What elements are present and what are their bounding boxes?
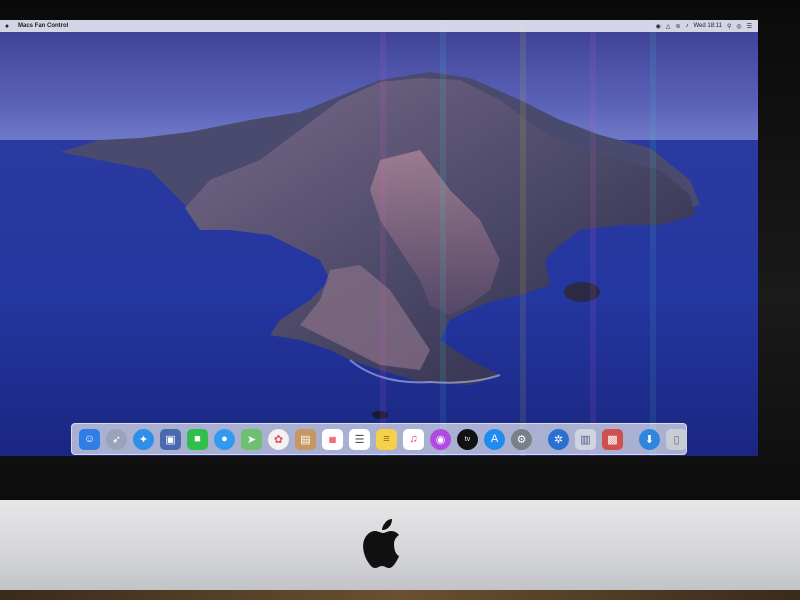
desk-surface: [0, 590, 800, 600]
trash-icon[interactable]: ▯: [666, 428, 687, 450]
apple-logo-icon: [363, 519, 399, 568]
volume-icon[interactable]: ♪: [685, 23, 688, 29]
notes-icon[interactable]: ≡: [376, 428, 397, 450]
search-icon[interactable]: ⚲: [727, 23, 731, 30]
wifi-icon[interactable]: ≋: [675, 23, 680, 30]
gear-icon[interactable]: ⚙: [511, 428, 532, 450]
dock: ☺ ➶ ✦ ▣ ■ ● ➤ ✿ ▤ ▦ ☰ ≡ ♫ ◉ tv A ⚙ ✲ ▥ ▩…: [71, 423, 687, 455]
podcast-icon[interactable]: ◉: [430, 428, 451, 450]
menu-bar: ● Macs Fan Control ◉ △ ≋ ♪ Wed 18:11 ⚲ ◎…: [0, 20, 758, 32]
fan-icon[interactable]: ✲: [548, 428, 569, 450]
status-area: ◉ △ ≋ ♪ Wed 18:11 ⚲ ◎ ☰: [656, 23, 758, 30]
calendar-icon[interactable]: ▦: [322, 428, 343, 450]
checklist-icon[interactable]: ☰: [349, 428, 370, 450]
music-note-icon[interactable]: ♫: [403, 428, 424, 450]
finder-icon[interactable]: ☺: [79, 428, 100, 450]
user-icon[interactable]: ◉: [656, 23, 661, 30]
video-camera-icon[interactable]: ■: [187, 428, 208, 450]
active-app-name[interactable]: Macs Fan Control: [18, 23, 68, 29]
downloads-icon[interactable]: ⬇: [639, 428, 660, 450]
apple-menu-icon[interactable]: ●: [2, 23, 12, 30]
map-icon[interactable]: ➤: [241, 428, 262, 450]
tv-icon[interactable]: tv: [457, 428, 478, 450]
compass-icon[interactable]: ✦: [133, 428, 154, 450]
notification-center-icon[interactable]: ☰: [747, 23, 752, 30]
rocket-icon[interactable]: ➶: [106, 428, 127, 450]
document-icon[interactable]: ▥: [575, 428, 596, 450]
airplay-icon[interactable]: △: [666, 23, 671, 30]
app-store-icon[interactable]: A: [484, 428, 505, 450]
document-stack-icon[interactable]: ▩: [602, 428, 623, 450]
chat-bubble-icon[interactable]: ●: [214, 428, 235, 450]
desktop-screen: ● Macs Fan Control ◉ △ ≋ ♪ Wed 18:11 ⚲ ◎…: [0, 20, 758, 456]
photo-icon[interactable]: ▣: [160, 428, 181, 450]
desktop-wallpaper: [0, 20, 758, 456]
address-book-icon[interactable]: ▤: [295, 428, 316, 450]
siri-icon[interactable]: ◎: [736, 23, 741, 30]
flower-icon[interactable]: ✿: [268, 428, 289, 450]
clock[interactable]: Wed 18:11: [693, 23, 721, 29]
